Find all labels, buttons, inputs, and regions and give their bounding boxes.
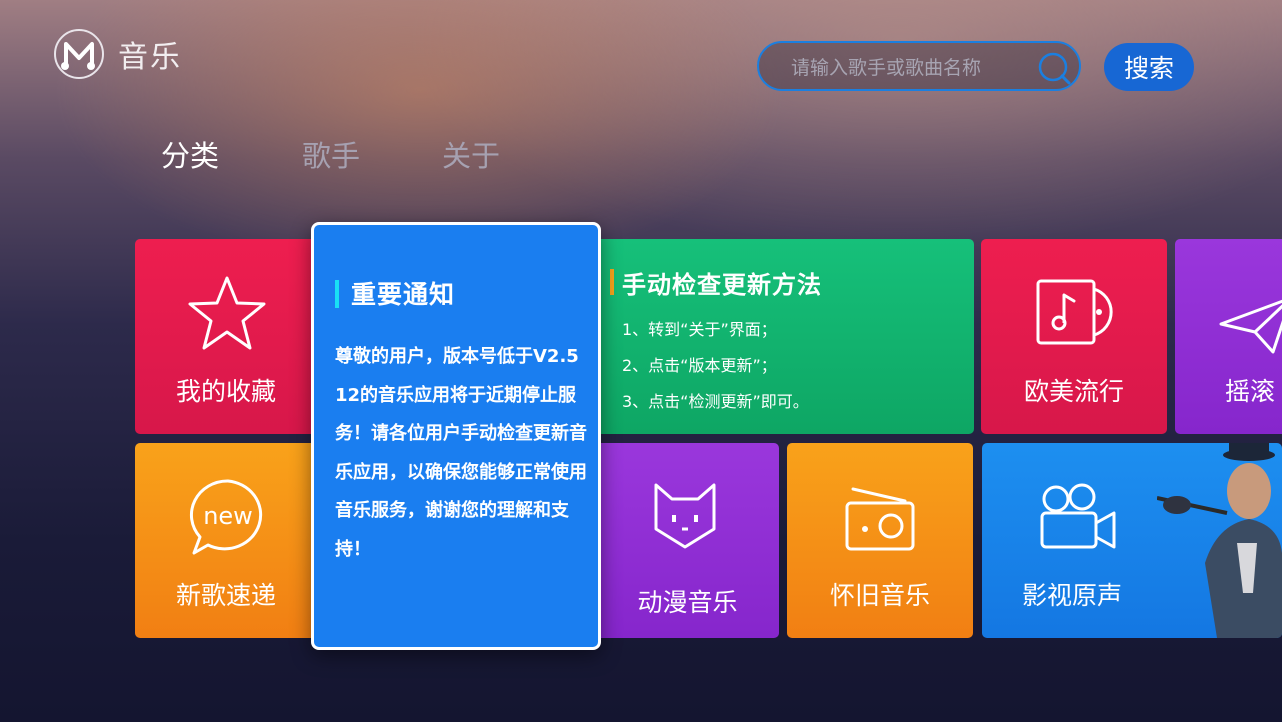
update-title: 手动检查更新方法 <box>622 271 822 299</box>
music-note-logo-icon <box>54 29 104 79</box>
svg-text:new: new <box>203 502 253 530</box>
tile-soundtrack-label: 影视原声 <box>1021 581 1122 610</box>
tile-update-info[interactable]: 手动检查更新方法 1、转到“关于”界面； 2、点击“版本更新”； 3、点击“检测… <box>596 239 974 434</box>
update-title-bar <box>610 269 614 295</box>
tile-favorites[interactable]: 我的收藏 <box>135 239 317 434</box>
tab-category[interactable]: 分类 <box>161 133 219 175</box>
radio-icon <box>845 487 915 551</box>
star-icon <box>188 276 266 350</box>
tile-favorites-label: 我的收藏 <box>175 377 276 406</box>
tab-singer[interactable]: 歌手 <box>302 133 360 175</box>
update-step-3: 3、点击“检测更新”即可。 <box>622 392 809 411</box>
album-icon <box>1036 279 1113 345</box>
tile-western-pop[interactable]: 欧美流行 <box>981 239 1167 434</box>
update-step-2: 2、点击“版本更新”； <box>622 356 777 375</box>
notice-title: 重要通知 <box>351 280 456 309</box>
tile-western-pop-label: 欧美流行 <box>1023 377 1124 406</box>
update-step-1: 1、转到“关于”界面； <box>622 320 777 339</box>
new-badge-icon: new <box>189 479 263 555</box>
search-icon[interactable] <box>1037 51 1071 85</box>
tab-about[interactable]: 关于 <box>442 133 500 175</box>
movie-camera-icon <box>1040 483 1116 549</box>
notice-dialog[interactable]: 重要通知 尊敬的用户，版本号低于V2.512的音乐应用将于近期停止服务！请各位用… <box>311 222 601 650</box>
tile-rock-label: 摇滚 <box>1225 377 1276 406</box>
paper-plane-icon <box>1219 299 1282 354</box>
notice-title-bar <box>335 280 339 308</box>
app-title: 音乐 <box>118 40 182 75</box>
tile-new-songs-label: 新歌速递 <box>175 581 276 610</box>
cat-face-icon <box>654 483 716 549</box>
tile-anime-music[interactable]: 动漫音乐 <box>596 443 779 638</box>
search-button[interactable]: 搜索 <box>1104 43 1194 91</box>
tile-rock[interactable]: 摇滚 <box>1175 239 1282 434</box>
movie-character-image <box>1157 443 1282 638</box>
notice-body: 尊敬的用户，版本号低于V2.512的音乐应用将于近期停止服务！请各位用户手动检查… <box>335 346 587 560</box>
tile-oldies-label: 怀旧音乐 <box>829 581 930 610</box>
search-input[interactable] <box>789 53 1023 83</box>
search-box[interactable] <box>757 41 1081 91</box>
tile-anime-music-label: 动漫音乐 <box>637 588 738 617</box>
tile-soundtrack[interactable]: 影视原声 <box>982 443 1282 638</box>
tile-new-songs[interactable]: new 新歌速递 <box>135 443 317 638</box>
tile-oldies[interactable]: 怀旧音乐 <box>787 443 973 638</box>
